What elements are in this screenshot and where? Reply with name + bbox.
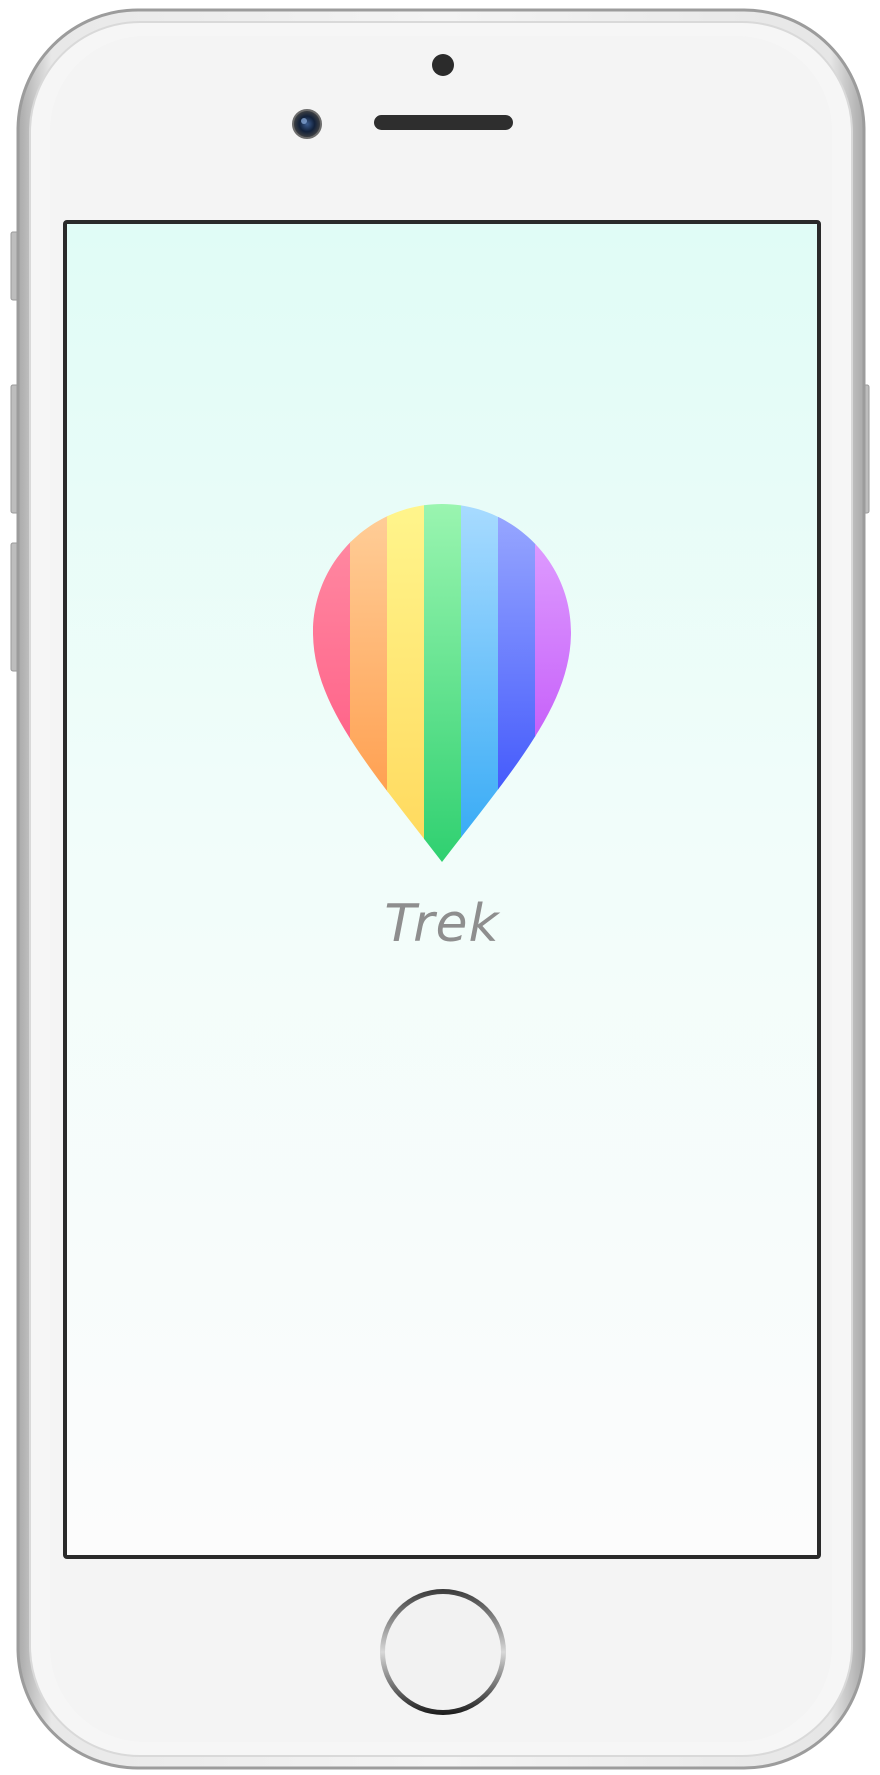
front-camera-icon	[293, 110, 321, 138]
rainbow-map-pin-icon	[313, 504, 571, 862]
mute-switch[interactable]	[11, 232, 19, 300]
volume-up-button[interactable]	[11, 385, 19, 513]
app-name-title: Trek	[384, 894, 500, 954]
splash-screen: Trek	[63, 220, 821, 1559]
home-button-icon[interactable]	[380, 1589, 506, 1715]
power-button[interactable]	[861, 385, 869, 513]
volume-down-button[interactable]	[11, 543, 19, 671]
device-mockup: Trek	[0, 0, 880, 1775]
earpiece-speaker-icon	[374, 115, 513, 130]
